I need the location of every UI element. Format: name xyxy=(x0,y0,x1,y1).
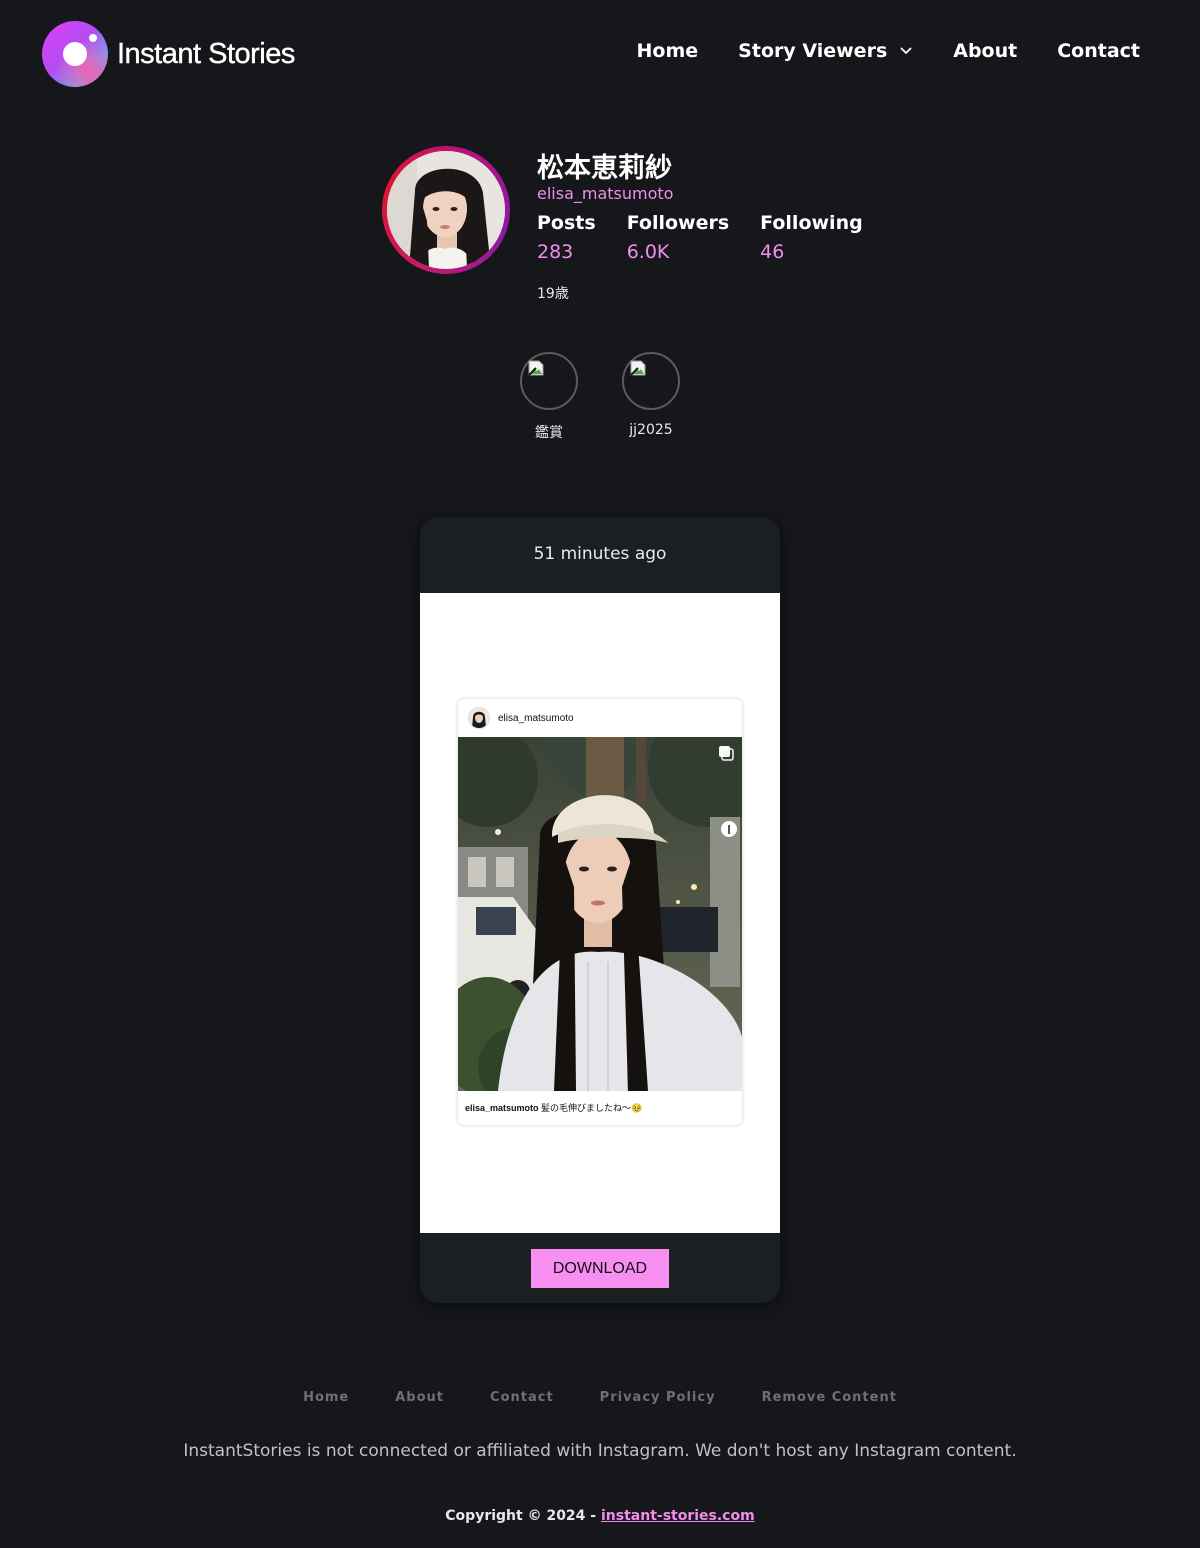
stat-label: Posts xyxy=(537,212,596,234)
footer-link-home[interactable]: Home xyxy=(303,1390,349,1405)
chevron-down-icon xyxy=(899,44,913,58)
copyright-link[interactable]: instant-stories.com xyxy=(601,1508,755,1524)
site-logo[interactable]: Instant Stories xyxy=(42,21,296,87)
highlight-label: jj2025 xyxy=(629,422,673,438)
nav-contact[interactable]: Contact xyxy=(1057,40,1140,62)
story-media: elisa_matsumoto elisa_matsumoto 髪の毛伸びました… xyxy=(420,593,780,1233)
embed-photo xyxy=(458,737,742,1091)
stat-posts: Posts 283 xyxy=(537,211,596,264)
nav-about[interactable]: About xyxy=(953,40,1017,62)
footer-link-about[interactable]: About xyxy=(395,1390,444,1405)
nav-home[interactable]: Home xyxy=(637,40,699,62)
nav-story-viewers[interactable]: Story Viewers xyxy=(738,40,913,62)
profile-handle[interactable]: elisa_matsumoto xyxy=(537,184,673,203)
instagram-post-embed[interactable]: elisa_matsumoto elisa_matsumoto 髪の毛伸びました… xyxy=(458,699,742,1125)
brand-name: Instant Stories xyxy=(117,37,296,70)
logo-icon xyxy=(42,21,108,87)
highlight-thumbnail[interactable] xyxy=(520,352,578,410)
nav-story-viewers-label: Story Viewers xyxy=(738,40,888,62)
highlight-item[interactable]: jj2025 xyxy=(619,352,683,442)
stat-followers: Followers 6.0K xyxy=(627,211,729,264)
footer-link-privacy[interactable]: Privacy Policy xyxy=(600,1390,716,1405)
embed-header: elisa_matsumoto xyxy=(458,699,742,737)
site-header: Instant Stories Home Story Viewers About… xyxy=(0,0,1200,110)
embed-username[interactable]: elisa_matsumoto xyxy=(498,713,574,724)
main-nav: Home Story Viewers About Contact xyxy=(637,40,1140,62)
copyright-text: Copyright © 2024 - xyxy=(445,1508,601,1524)
stat-label: Followers xyxy=(626,212,730,234)
footer-links: Home About Contact Privacy Policy Remove… xyxy=(0,1390,1200,1405)
embed-avatar xyxy=(468,707,490,729)
profile-bio: 19歳 xyxy=(537,286,569,302)
highlight-label: 鑑賞 xyxy=(535,425,563,441)
footer-link-contact[interactable]: Contact xyxy=(490,1390,554,1405)
broken-image-icon xyxy=(528,360,544,376)
embed-caption-text: 髪の毛伸びましたね〜🥹 xyxy=(541,1103,643,1113)
footer-copyright: Copyright © 2024 - instant-stories.com xyxy=(0,1508,1200,1524)
highlight-thumbnail[interactable] xyxy=(622,352,680,410)
download-button[interactable]: DOWNLOAD xyxy=(531,1249,669,1288)
stat-label: Following xyxy=(760,212,863,234)
stat-value: 6.0K xyxy=(626,241,670,263)
footer-disclaimer: InstantStories is not connected or affil… xyxy=(183,1441,1017,1461)
stat-value: 46 xyxy=(760,241,785,263)
profile-section: 松本恵莉紗 elisa_matsumoto Posts 283 Follower… xyxy=(382,144,882,314)
profile-name: 松本恵莉紗 xyxy=(537,153,672,184)
footer-link-remove-content[interactable]: Remove Content xyxy=(762,1390,897,1405)
profile-stats: Posts 283 Followers 6.0K Following 46 xyxy=(537,211,894,264)
avatar-ring xyxy=(382,146,510,274)
broken-image-icon xyxy=(630,360,646,376)
avatar xyxy=(387,151,505,269)
highlight-item[interactable]: 鑑賞 xyxy=(517,352,581,442)
story-timestamp: 51 minutes ago xyxy=(533,544,667,564)
embed-caption: elisa_matsumoto 髪の毛伸びましたね〜🥹 xyxy=(465,1101,642,1114)
stat-value: 283 xyxy=(537,241,574,263)
story-card: 51 minutes ago elisa_matsumoto elisa_mat… xyxy=(420,517,780,1303)
embed-caption-user[interactable]: elisa_matsumoto xyxy=(465,1103,539,1113)
story-highlights: 鑑賞 jj2025 xyxy=(517,352,721,442)
stat-following: Following 46 xyxy=(760,211,863,264)
